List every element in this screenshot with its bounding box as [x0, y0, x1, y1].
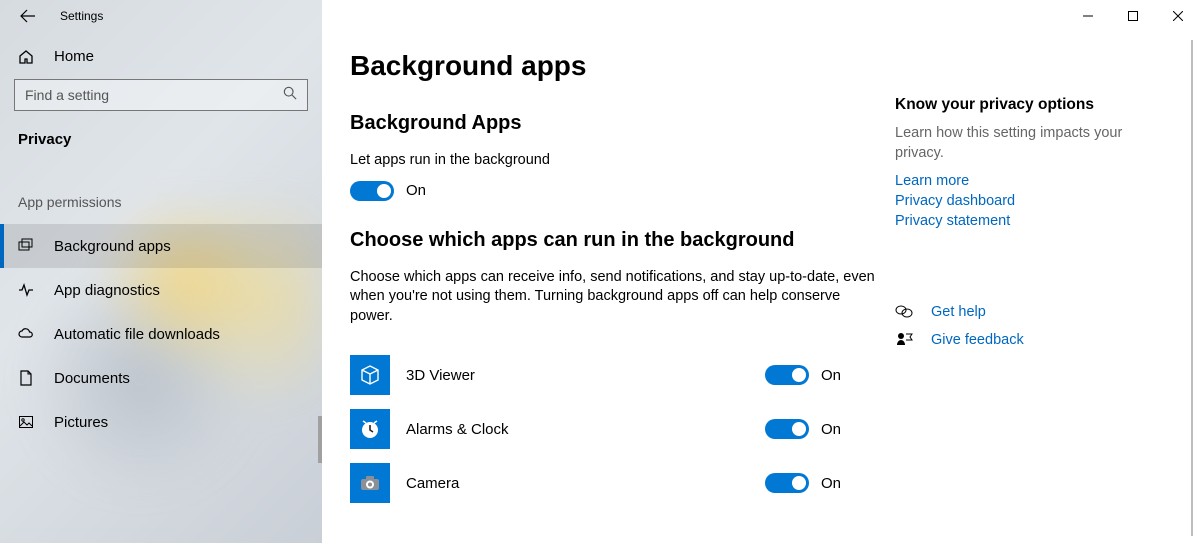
link-privacy-statement[interactable]: Privacy statement	[895, 213, 1145, 229]
cube-icon	[358, 363, 382, 387]
page-title: Background apps	[350, 50, 875, 82]
app-icon-camera	[350, 463, 390, 503]
right-heading: Know your privacy options	[895, 96, 1145, 114]
app-row: Camera On	[350, 456, 875, 510]
search-box[interactable]	[14, 79, 308, 111]
section-desc: Choose which apps can receive info, send…	[350, 268, 875, 327]
link-learn-more[interactable]: Learn more	[895, 173, 1145, 189]
app-toggle-camera[interactable]	[765, 473, 809, 493]
maximize-button[interactable]	[1110, 1, 1155, 31]
app-toggle-3d-viewer[interactable]	[765, 365, 809, 385]
nav-label: Automatic file downloads	[54, 326, 220, 343]
back-button[interactable]	[18, 6, 38, 26]
section-heading: Choose which apps can run in the backgro…	[350, 229, 875, 252]
link-privacy-dashboard[interactable]: Privacy dashboard	[895, 193, 1145, 209]
window-title: Settings	[60, 9, 103, 23]
document-icon	[18, 370, 36, 386]
scrollbar[interactable]	[1191, 40, 1193, 536]
app-row: Alarms & Clock On	[350, 402, 875, 456]
home-button[interactable]: Home	[0, 40, 322, 73]
clock-icon	[358, 417, 382, 441]
nav-label: Pictures	[54, 414, 108, 431]
app-toggle-alarms[interactable]	[765, 419, 809, 439]
section-heading: Background Apps	[350, 112, 875, 135]
search-icon	[283, 86, 297, 105]
picture-icon	[18, 414, 36, 430]
maximize-icon	[1128, 11, 1138, 21]
link-get-help[interactable]: Get help	[931, 304, 986, 320]
app-toggle-state: On	[821, 475, 841, 492]
app-name: 3D Viewer	[406, 367, 765, 384]
right-column: Know your privacy options Learn how this…	[895, 50, 1145, 543]
link-give-feedback[interactable]: Give feedback	[931, 332, 1024, 348]
nav-label: App diagnostics	[54, 282, 160, 299]
background-apps-icon	[18, 238, 36, 254]
close-icon	[1173, 11, 1183, 21]
app-toggle-state: On	[821, 421, 841, 438]
right-desc: Learn how this setting impacts your priv…	[895, 124, 1145, 163]
feedback-icon	[895, 331, 917, 349]
search-input[interactable]	[25, 87, 283, 103]
nav-item-app-diagnostics[interactable]: App diagnostics	[0, 268, 322, 312]
master-toggle-state: On	[406, 182, 426, 199]
nav-label: Documents	[54, 370, 130, 387]
sidebar: Home Privacy App permissions Background …	[0, 0, 322, 543]
minimize-button[interactable]	[1065, 1, 1110, 31]
app-toggle-state: On	[821, 367, 841, 384]
nav-item-background-apps[interactable]: Background apps	[0, 224, 322, 268]
app-row: 3D Viewer On	[350, 348, 875, 402]
app-name: Camera	[406, 475, 765, 492]
category-label: Privacy	[0, 123, 322, 166]
group-label: App permissions	[0, 166, 322, 224]
nav-item-documents[interactable]: Documents	[0, 356, 322, 400]
help-icon	[895, 303, 917, 321]
app-icon-alarms-clock	[350, 409, 390, 449]
section-desc: Let apps run in the background	[350, 151, 875, 171]
home-label: Home	[54, 48, 94, 65]
content-area: Background apps Background Apps Let apps…	[322, 0, 1200, 543]
app-name: Alarms & Clock	[406, 421, 765, 438]
minimize-icon	[1083, 11, 1093, 21]
diagnostics-icon	[18, 282, 36, 298]
master-toggle[interactable]	[350, 181, 394, 201]
arrow-left-icon	[20, 8, 36, 24]
close-button[interactable]	[1155, 1, 1200, 31]
nav-item-pictures[interactable]: Pictures	[0, 400, 322, 444]
camera-icon	[358, 471, 382, 495]
app-icon-3d-viewer	[350, 355, 390, 395]
nav-item-auto-downloads[interactable]: Automatic file downloads	[0, 312, 322, 356]
nav-label: Background apps	[54, 238, 171, 255]
home-icon	[18, 49, 36, 65]
cloud-icon	[18, 326, 36, 342]
